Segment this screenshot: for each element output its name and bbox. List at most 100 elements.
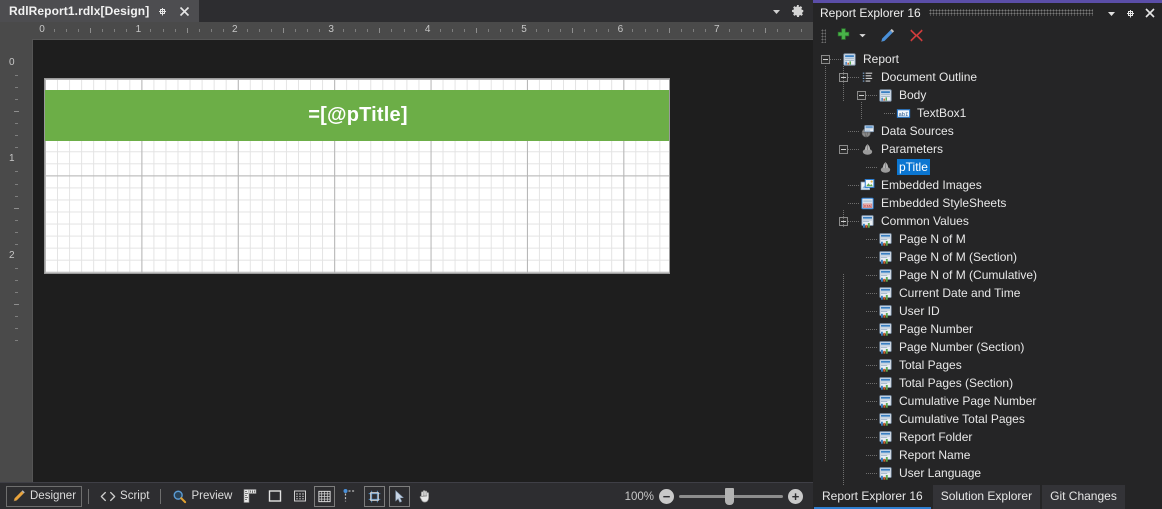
tree-node-label: User ID [897, 303, 942, 319]
toolbar-grip[interactable] [821, 29, 826, 43]
tree-node-label: Body [897, 87, 928, 103]
tree-node[interactable]: Embedded Images [813, 176, 1162, 194]
common-value-icon [877, 285, 893, 301]
tree-node[interactable]: Page Number [813, 320, 1162, 338]
ruler-tick-h [452, 29, 453, 32]
tree-node[interactable]: Body [813, 86, 1162, 104]
ruler-tick-h [765, 28, 766, 33]
grid-lines-icon[interactable] [314, 486, 335, 507]
close-icon[interactable] [1141, 5, 1158, 22]
ruler-tick-v [15, 220, 18, 221]
zoom-slider-track[interactable] [679, 495, 783, 498]
zoom-out-button[interactable]: − [659, 489, 674, 504]
ruler-tick-h [367, 29, 368, 32]
tree-guide-line [866, 266, 877, 284]
tree-node[interactable]: pTitle [813, 158, 1162, 176]
snap-to-guides-icon[interactable] [339, 486, 360, 507]
tree-node[interactable]: Total Pages [813, 356, 1162, 374]
tree-indent-spacer [857, 325, 866, 334]
tree-node[interactable]: Page N of M (Section) [813, 248, 1162, 266]
ruler-tick-v [15, 340, 18, 341]
ruler-tick-h [729, 29, 730, 32]
ruler-tick-h [150, 29, 151, 32]
pointer-tool-icon[interactable] [389, 486, 410, 507]
horizontal-ruler[interactable]: 01234567 [32, 22, 813, 39]
ruler-tick-v [15, 196, 18, 197]
tree-node[interactable]: abITextBox1 [813, 104, 1162, 122]
document-tab-rdlreport1[interactable]: RdlReport1.rdlx[Design] [0, 0, 199, 22]
chevron-down-icon[interactable] [771, 6, 782, 17]
snap-to-grid-icon[interactable] [364, 486, 385, 507]
preview-view-button[interactable]: Preview [167, 486, 237, 507]
tree-guide-line [866, 392, 877, 410]
tree-node[interactable]: Report Name [813, 446, 1162, 464]
ruler-toggle-icon[interactable] [239, 486, 260, 507]
pan-hand-tool-icon[interactable] [414, 486, 435, 507]
panel-dropdown-icon[interactable] [1103, 5, 1120, 22]
title-textbox-control[interactable]: =[@pTitle] [45, 90, 670, 141]
tree-node[interactable]: Document Outline [813, 68, 1162, 86]
common-value-icon [877, 393, 893, 409]
designer-view-button[interactable]: Designer [6, 486, 82, 507]
close-icon[interactable] [176, 3, 193, 20]
ruler-tick-h [187, 28, 188, 33]
ruler-tick-v [15, 328, 18, 329]
zoom-slider-thumb[interactable] [725, 488, 734, 505]
design-canvas[interactable]: =[@pTitle] [32, 39, 813, 482]
tree-node[interactable]: User Language [813, 464, 1162, 482]
ruler-tick-h [223, 29, 224, 32]
explorer-tab[interactable]: Report Explorer 16 [814, 485, 931, 509]
script-view-button[interactable]: Script [95, 486, 154, 507]
add-button[interactable] [833, 26, 854, 46]
collapse-expander-icon[interactable] [839, 145, 848, 154]
vertical-ruler[interactable]: 012 [0, 39, 32, 482]
pin-icon[interactable] [1122, 5, 1139, 22]
pin-icon[interactable] [154, 3, 171, 20]
tree-branch-line-common [843, 274, 844, 485]
collapse-expander-icon[interactable] [857, 91, 866, 100]
ruler-tick-h [500, 29, 501, 32]
ruler-tick-v [14, 208, 19, 209]
ruler-tick-h [66, 29, 67, 32]
add-dropdown-button[interactable] [856, 26, 869, 46]
explorer-tab[interactable]: Git Changes [1042, 485, 1125, 509]
tree-node[interactable]: Data Sources [813, 122, 1162, 140]
tree-node[interactable]: Parameters [813, 140, 1162, 158]
tree-node[interactable]: Page N of M [813, 230, 1162, 248]
tree-node[interactable]: Page Number (Section) [813, 338, 1162, 356]
ruler-tick-h [319, 29, 320, 32]
ruler-tick-h [632, 29, 633, 32]
tree-node[interactable]: User ID [813, 302, 1162, 320]
ruler-tick-h [211, 29, 212, 32]
ruler-tick-h [416, 29, 417, 32]
tree-node[interactable]: Common Values [813, 212, 1162, 230]
blank-page-icon[interactable] [264, 486, 285, 507]
report-page[interactable]: =[@pTitle] [44, 78, 670, 274]
tree-node[interactable]: Total Pages (Section) [813, 374, 1162, 392]
explorer-tab[interactable]: Solution Explorer [933, 485, 1040, 509]
tree-node[interactable]: cssEmbedded StyleSheets [813, 194, 1162, 212]
report-explorer-pane: Report Explorer 16 [813, 0, 1162, 509]
ruler-label-h: 2 [232, 23, 238, 37]
tree-branch-line-outline [843, 66, 844, 102]
collapse-expander-icon[interactable] [821, 55, 830, 64]
ruler-tick-v [15, 232, 18, 233]
tree-node[interactable]: Report [813, 50, 1162, 68]
ruler-tick-h [391, 29, 392, 32]
report-explorer-tree[interactable]: ReportDocument OutlineBodyabITextBox1Dat… [813, 48, 1162, 485]
edit-button[interactable] [877, 26, 898, 46]
ruler-tick-h [488, 29, 489, 32]
tree-indent-spacer [839, 127, 848, 136]
dotted-grid-icon[interactable] [289, 486, 310, 507]
ruler-label-h: 5 [521, 23, 527, 37]
gear-icon[interactable] [791, 4, 805, 18]
tree-node[interactable]: Cumulative Total Pages [813, 410, 1162, 428]
tree-branch-line-body [861, 102, 862, 120]
tree-node[interactable]: Current Date and Time [813, 284, 1162, 302]
tree-indent-spacer [857, 469, 866, 478]
tree-node[interactable]: Report Folder [813, 428, 1162, 446]
delete-button[interactable] [906, 26, 927, 46]
zoom-in-button[interactable]: + [788, 489, 803, 504]
tree-node[interactable]: Page N of M (Cumulative) [813, 266, 1162, 284]
tree-node[interactable]: Cumulative Page Number [813, 392, 1162, 410]
